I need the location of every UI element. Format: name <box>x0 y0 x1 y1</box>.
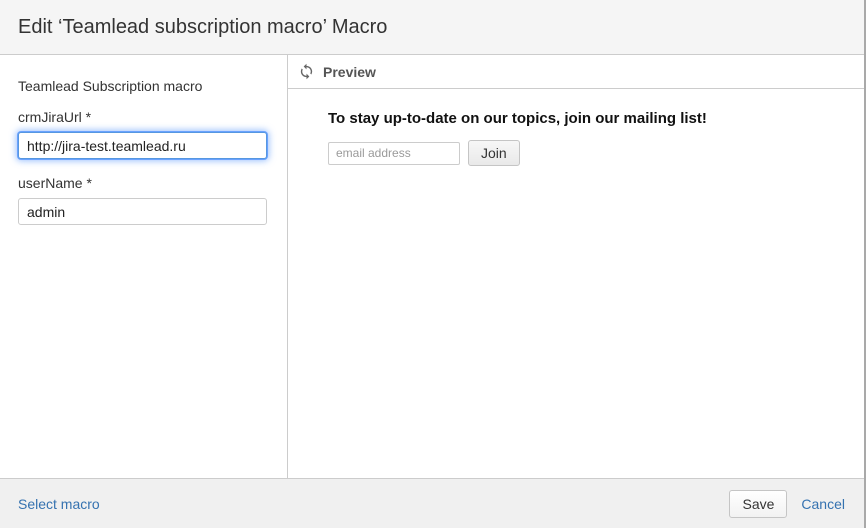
macro-edit-dialog: Edit ‘Teamlead subscription macro’ Macro… <box>0 0 866 528</box>
preview-content: To stay up-to-date on our topics, join o… <box>288 89 864 166</box>
save-button[interactable]: Save <box>729 490 787 518</box>
mailing-list-heading: To stay up-to-date on our topics, join o… <box>328 110 844 127</box>
crmjiraurl-input[interactable] <box>18 132 267 159</box>
crmjiraurl-label: crmJiraUrl * <box>18 109 268 125</box>
preview-header: Preview <box>288 55 864 89</box>
dialog-title: Edit ‘Teamlead subscription macro’ Macro <box>18 16 387 39</box>
refresh-icon[interactable] <box>298 63 315 80</box>
username-input[interactable] <box>18 198 267 225</box>
email-signup-row: Join <box>328 140 844 166</box>
select-macro-link[interactable]: Select macro <box>18 496 100 512</box>
join-button[interactable]: Join <box>468 140 520 166</box>
macro-params-panel: Teamlead Subscription macro crmJiraUrl *… <box>0 55 288 478</box>
macro-name-label: Teamlead Subscription macro <box>18 78 268 94</box>
preview-panel: Preview To stay up-to-date on our topics… <box>288 55 864 478</box>
cancel-link[interactable]: Cancel <box>801 496 845 512</box>
dialog-body: Teamlead Subscription macro crmJiraUrl *… <box>0 55 864 478</box>
dialog-header: Edit ‘Teamlead subscription macro’ Macro <box>0 0 864 55</box>
footer-actions: Save Cancel <box>729 490 845 518</box>
email-address-input[interactable] <box>328 142 460 165</box>
field-username: userName * <box>18 175 268 225</box>
username-label: userName * <box>18 175 268 191</box>
preview-title: Preview <box>323 64 376 80</box>
dialog-footer: Select macro Save Cancel <box>0 478 864 528</box>
field-crmjiraurl: crmJiraUrl * <box>18 109 268 159</box>
